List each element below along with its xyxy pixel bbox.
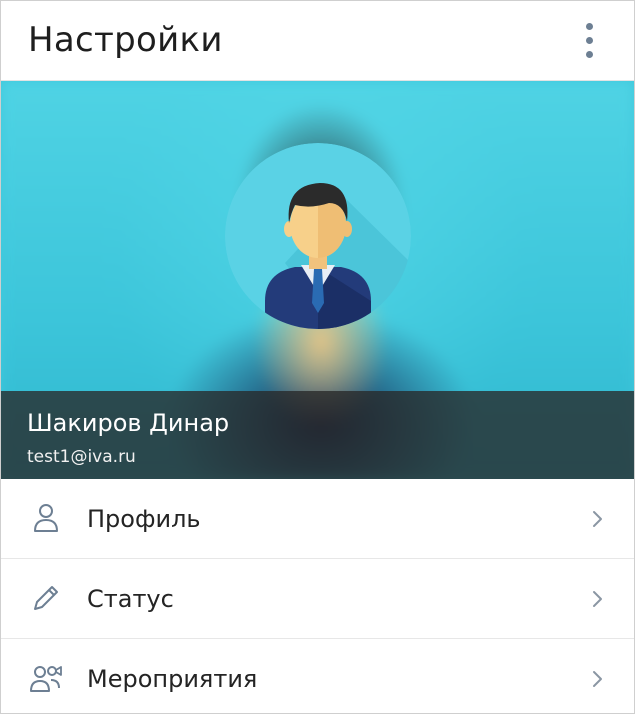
page-title: Настройки xyxy=(28,20,223,60)
avatar[interactable] xyxy=(225,143,411,329)
chevron-right-icon xyxy=(593,591,602,607)
pencil-icon xyxy=(34,586,58,610)
events-icon xyxy=(30,666,62,692)
menu-item-label: Статус xyxy=(87,585,174,613)
menu-item-status[interactable]: Статус xyxy=(1,559,634,639)
chevron-right-icon xyxy=(593,671,602,687)
menu-item-label: Мероприятия xyxy=(87,665,258,693)
more-options-button[interactable] xyxy=(577,21,601,61)
chevron-right-icon xyxy=(593,511,602,527)
user-info-bar: Шакиров Динар test1@iva.ru xyxy=(1,391,634,479)
menu-item-events[interactable]: Мероприятия xyxy=(1,639,634,713)
settings-menu: Профиль Статус Мероприятия xyxy=(1,479,634,713)
menu-item-label: Профиль xyxy=(87,505,201,533)
menu-item-profile[interactable]: Профиль xyxy=(1,479,634,559)
profile-header: Шакиров Динар test1@iva.ru xyxy=(1,81,634,479)
user-email: test1@iva.ru xyxy=(27,447,136,467)
user-avatar-icon xyxy=(225,143,411,329)
user-name: Шакиров Динар xyxy=(27,409,230,437)
user-icon xyxy=(34,504,58,532)
settings-screen: Настройки Шакиров Динар test1@iva.ru Про… xyxy=(0,0,635,714)
app-bar: Настройки xyxy=(1,1,634,81)
